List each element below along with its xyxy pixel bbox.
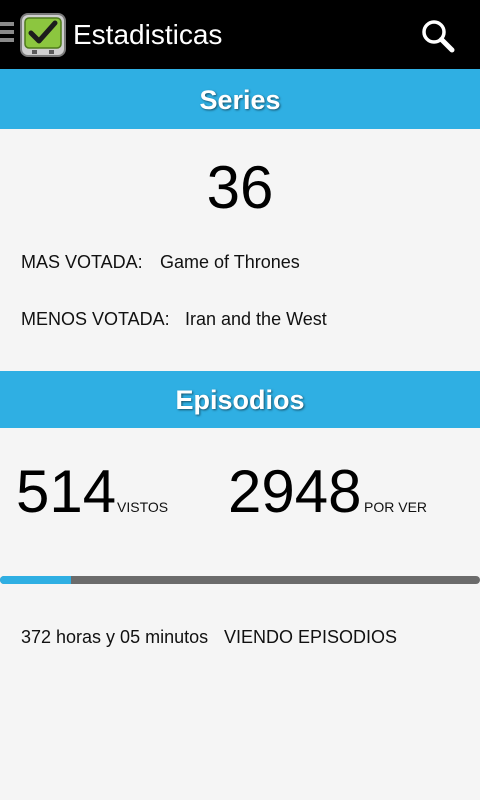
action-bar: Estadisticas [0, 0, 480, 69]
time-watched: 372 horas y 05 minutos [21, 627, 209, 647]
series-section-header: Series [0, 69, 480, 129]
episodes-progress-fill [0, 576, 72, 584]
episodios-section-header: Episodios [0, 371, 480, 428]
search-icon[interactable] [420, 18, 456, 54]
pending-count: 2948 [228, 458, 362, 525]
pending-label: POR VER [364, 499, 428, 515]
series-count: 36 [206, 154, 274, 221]
most-voted-label: MAS VOTADA: [21, 252, 143, 272]
menu-icon[interactable] [0, 22, 14, 48]
episodes-progress-bar [0, 576, 480, 584]
watched-count: 514 [16, 458, 117, 525]
least-voted-value: Iran and the West [185, 309, 327, 329]
least-voted-label: MENOS VOTADA: [21, 309, 170, 329]
most-voted-value: Game of Thrones [160, 252, 300, 272]
watched-label: VISTOS [117, 499, 169, 515]
app-title: Estadisticas [73, 19, 223, 50]
tv-check-icon[interactable] [20, 12, 66, 58]
time-watched-label: VIENDO EPISODIOS [224, 627, 398, 647]
